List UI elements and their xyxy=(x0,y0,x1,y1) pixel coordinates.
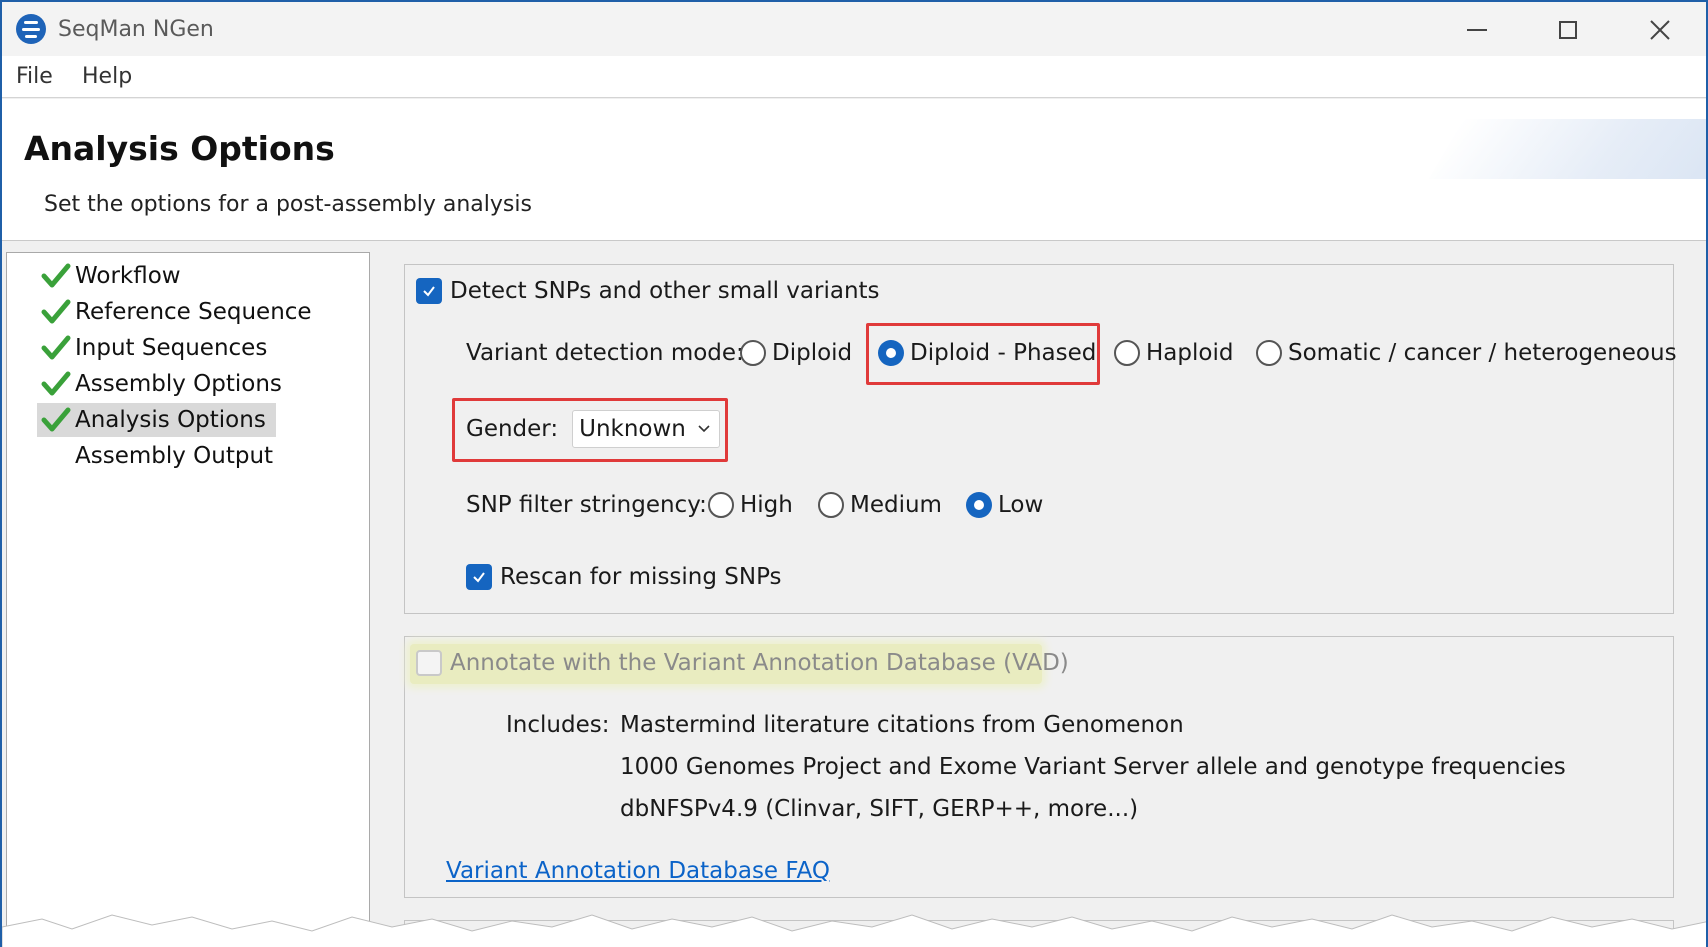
sidebar-item-reference-sequence[interactable]: Reference Sequence xyxy=(37,295,322,329)
sidebar-item-label: Reference Sequence xyxy=(75,299,312,325)
checkbox-checked-icon xyxy=(466,564,492,590)
detect-snps-label: Detect SNPs and other small variants xyxy=(450,278,880,304)
includes-item: Mastermind literature citations from Gen… xyxy=(620,712,1184,738)
radio-label: Medium xyxy=(850,492,942,518)
page-subtitle: Set the options for a post-assembly anal… xyxy=(44,192,532,217)
radio-selected-icon xyxy=(966,492,992,518)
menu-bar: File Help xyxy=(2,56,1706,98)
sidebar-item-label: Assembly Output xyxy=(75,443,274,469)
close-button[interactable] xyxy=(1630,10,1690,50)
green-check-icon xyxy=(41,299,71,324)
radio-label: Diploid xyxy=(772,340,853,366)
includes-label: Includes: xyxy=(506,712,610,738)
includes-item: dbNFSPv4.9 (Clinvar, SIFT, GERP++, more.… xyxy=(620,796,1139,822)
minimize-button[interactable] xyxy=(1447,10,1507,50)
includes-item: 1000 Genomes Project and Exome Variant S… xyxy=(620,754,1566,780)
radio-label: Haploid xyxy=(1146,340,1234,366)
radio-haploid[interactable]: Haploid xyxy=(1114,340,1233,366)
gender-value: Unknown xyxy=(579,416,686,442)
radio-high[interactable]: High xyxy=(708,492,793,518)
radio-icon xyxy=(818,492,844,518)
annotate-vad-checkbox[interactable]: Annotate with the Variant Annotation Dat… xyxy=(416,650,1069,676)
rescan-snps-checkbox[interactable]: Rescan for missing SNPs xyxy=(466,564,782,590)
radio-low[interactable]: Low xyxy=(966,492,1043,518)
radio-selected-icon xyxy=(878,340,904,366)
rescan-label: Rescan for missing SNPs xyxy=(500,564,782,590)
sidebar-item-label: Input Sequences xyxy=(75,335,268,361)
radio-label: Diploid - Phased xyxy=(910,340,1097,366)
annotate-vad-label: Annotate with the Variant Annotation Dat… xyxy=(450,650,1069,676)
menu-help[interactable]: Help xyxy=(82,64,132,89)
green-check-icon xyxy=(41,335,71,360)
window-title: SeqMan NGen xyxy=(58,17,214,42)
green-check-icon xyxy=(41,263,71,288)
radio-label: Low xyxy=(998,492,1044,518)
stringency-label: SNP filter stringency: xyxy=(466,492,707,518)
sidebar-item-assembly-output[interactable]: Assembly Output xyxy=(37,439,283,473)
app-logo-icon xyxy=(16,14,46,44)
variant-mode-label: Variant detection mode: xyxy=(466,340,744,366)
wizard-steps-sidebar: Workflow Reference Sequence Input Sequen… xyxy=(6,252,370,947)
sidebar-item-workflow[interactable]: Workflow xyxy=(37,259,191,293)
radio-diploid-phased[interactable]: Diploid - Phased xyxy=(878,340,1096,366)
gender-select[interactable]: Unknown xyxy=(572,410,721,448)
sidebar-item-label: Analysis Options xyxy=(75,407,266,433)
page-title: Analysis Options xyxy=(24,129,335,168)
app-window: SeqMan NGen File Help Analysis Options S… xyxy=(0,0,1708,947)
green-check-icon xyxy=(41,407,71,432)
chevron-down-icon xyxy=(698,425,710,433)
sidebar-item-assembly-options[interactable]: Assembly Options xyxy=(37,367,292,401)
radio-icon xyxy=(1114,340,1140,366)
radio-medium[interactable]: Medium xyxy=(818,492,942,518)
torn-edge-decoration xyxy=(2,914,1706,947)
menu-file[interactable]: File xyxy=(16,64,53,89)
radio-icon xyxy=(1256,340,1282,366)
checkbox-unchecked-icon xyxy=(416,650,442,676)
gender-label: Gender: xyxy=(466,416,559,442)
green-check-icon xyxy=(41,371,71,396)
radio-label: High xyxy=(740,492,793,518)
minimize-icon xyxy=(1467,29,1487,31)
radio-icon xyxy=(740,340,766,366)
title-bar: SeqMan NGen xyxy=(2,2,1706,56)
radio-diploid[interactable]: Diploid xyxy=(740,340,852,366)
vad-faq-link[interactable]: Variant Annotation Database FAQ xyxy=(446,858,830,884)
sidebar-item-input-sequences[interactable]: Input Sequences xyxy=(37,331,277,365)
radio-icon xyxy=(708,492,734,518)
radio-label: Somatic / cancer / heterogeneous xyxy=(1288,340,1677,366)
sidebar-item-label: Assembly Options xyxy=(75,371,282,397)
radio-somatic[interactable]: Somatic / cancer / heterogeneous xyxy=(1256,340,1677,366)
sidebar-item-analysis-options[interactable]: Analysis Options xyxy=(37,403,276,437)
checkbox-checked-icon xyxy=(416,278,442,304)
maximize-icon xyxy=(1559,21,1577,39)
detect-snps-checkbox[interactable]: Detect SNPs and other small variants xyxy=(416,278,880,304)
gender-row: Gender: Unknown xyxy=(466,410,721,448)
sidebar-item-label: Workflow xyxy=(75,263,181,289)
page-header: Analysis Options Set the options for a p… xyxy=(2,99,1706,241)
header-decoration xyxy=(1428,119,1706,179)
maximize-button[interactable] xyxy=(1538,10,1598,50)
close-icon xyxy=(1650,20,1670,40)
